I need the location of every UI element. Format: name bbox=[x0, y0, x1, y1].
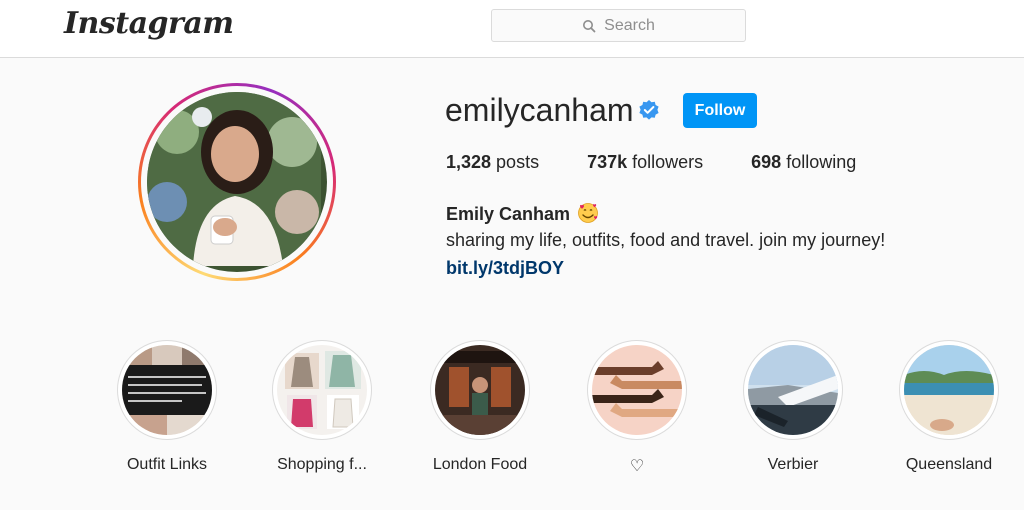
highlight-outfit-links[interactable]: Outfit Links bbox=[107, 340, 227, 474]
follow-button[interactable]: Follow bbox=[683, 93, 757, 128]
highlight-verbier[interactable]: Verbier bbox=[733, 340, 853, 474]
followers-stat[interactable]: 737k followers bbox=[587, 152, 703, 173]
followers-label: followers bbox=[627, 152, 704, 172]
highlight-london-food[interactable]: London Food bbox=[420, 340, 540, 474]
followers-count: 737k bbox=[587, 152, 628, 172]
highlight-shopping[interactable]: Shopping f... bbox=[262, 340, 382, 474]
profile-bio: sharing my life, outfits, food and trave… bbox=[446, 230, 886, 250]
posts-stat: 1,328 posts bbox=[446, 152, 539, 173]
profile-photo bbox=[147, 92, 321, 266]
search-placeholder: Search bbox=[604, 16, 655, 34]
following-count: 698 bbox=[751, 152, 782, 172]
profile-full-name: Emily Canham bbox=[446, 202, 599, 225]
instagram-logo[interactable]: Instagram bbox=[64, 6, 234, 41]
smiling-face-hearts-icon bbox=[578, 203, 598, 223]
following-stat[interactable]: 698 following bbox=[751, 152, 856, 173]
highlight-label: Verbier bbox=[767, 456, 819, 473]
profile-username: emilycanham bbox=[445, 92, 634, 128]
profile-external-link[interactable]: bit.ly/3tdjBOY bbox=[446, 258, 564, 279]
highlight-queensland[interactable]: Queensland bbox=[889, 340, 1009, 474]
profile-avatar-story-ring[interactable] bbox=[138, 83, 336, 281]
restaurant-photo-icon bbox=[435, 345, 525, 435]
airplane-window-icon bbox=[748, 345, 838, 435]
full-name-text: Emily Canham bbox=[446, 204, 571, 224]
shopping-collage-icon bbox=[277, 345, 367, 435]
following-label: following bbox=[781, 152, 857, 172]
highlight-label: ♡ bbox=[629, 458, 645, 475]
posts-label: posts bbox=[491, 152, 540, 172]
beach-photo-icon bbox=[904, 345, 994, 435]
highlight-label: Queensland bbox=[905, 456, 993, 473]
top-navigation-bar: Instagram Search bbox=[0, 0, 1024, 58]
posts-count: 1,328 bbox=[446, 152, 492, 172]
hands-illustration-icon bbox=[592, 345, 682, 435]
search-input[interactable]: Search bbox=[491, 9, 746, 42]
highlight-label: Outfit Links bbox=[126, 456, 208, 473]
highlight-label: Shopping f... bbox=[277, 456, 367, 473]
profile-stats: 1,328 posts 737k followers 698 following bbox=[446, 152, 904, 173]
profile-avatar bbox=[147, 92, 327, 272]
highlight-heart[interactable]: ♡ bbox=[577, 340, 697, 476]
outfit-collage-icon bbox=[122, 345, 212, 435]
verified-badge-icon bbox=[639, 100, 659, 120]
search-icon bbox=[583, 19, 596, 32]
highlight-label: London Food bbox=[432, 456, 528, 473]
